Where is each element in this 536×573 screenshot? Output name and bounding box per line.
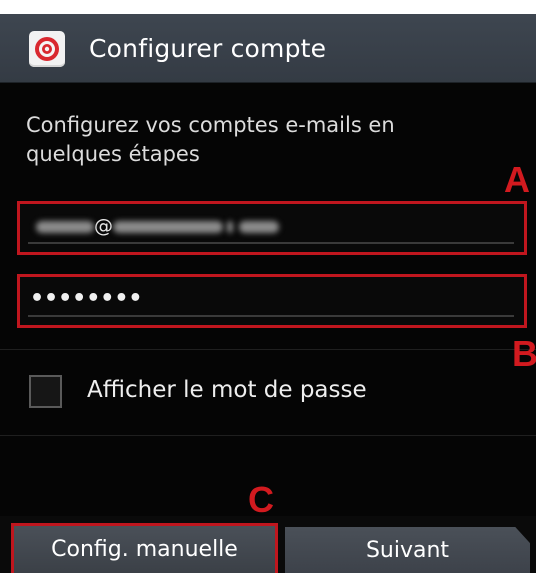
password-field[interactable]: •••••••• xyxy=(17,274,527,328)
blurred-text xyxy=(227,220,233,233)
top-edge xyxy=(0,0,536,14)
manual-config-button[interactable]: Config. manuelle xyxy=(11,523,278,573)
intro-text: Configurez vos comptes e-mails en quelqu… xyxy=(26,113,395,166)
blurred-text xyxy=(239,220,279,233)
password-value: •••••••• xyxy=(30,286,143,311)
blurred-text xyxy=(36,220,94,233)
divider xyxy=(0,349,536,350)
show-password-label[interactable]: Afficher le mot de passe xyxy=(87,377,367,403)
annotation-c: C xyxy=(248,479,274,520)
email-value: @ xyxy=(36,215,279,237)
blurred-text xyxy=(113,220,223,233)
screen: Configurer compte Configurez vos comptes… xyxy=(0,0,536,573)
email-at-sign: @ xyxy=(94,215,113,237)
page-title: Configurer compte xyxy=(89,34,327,63)
field-underline xyxy=(28,242,514,244)
email-app-icon[interactable] xyxy=(29,31,65,67)
action-bar: Configurer compte xyxy=(0,14,536,83)
divider xyxy=(0,435,536,436)
email-field[interactable]: @ xyxy=(17,201,527,255)
next-button[interactable]: Suivant xyxy=(285,527,530,573)
show-password-checkbox[interactable] xyxy=(29,375,62,408)
field-underline xyxy=(28,315,514,317)
annotation-a: A xyxy=(504,159,530,200)
annotation-b: B xyxy=(512,333,536,374)
